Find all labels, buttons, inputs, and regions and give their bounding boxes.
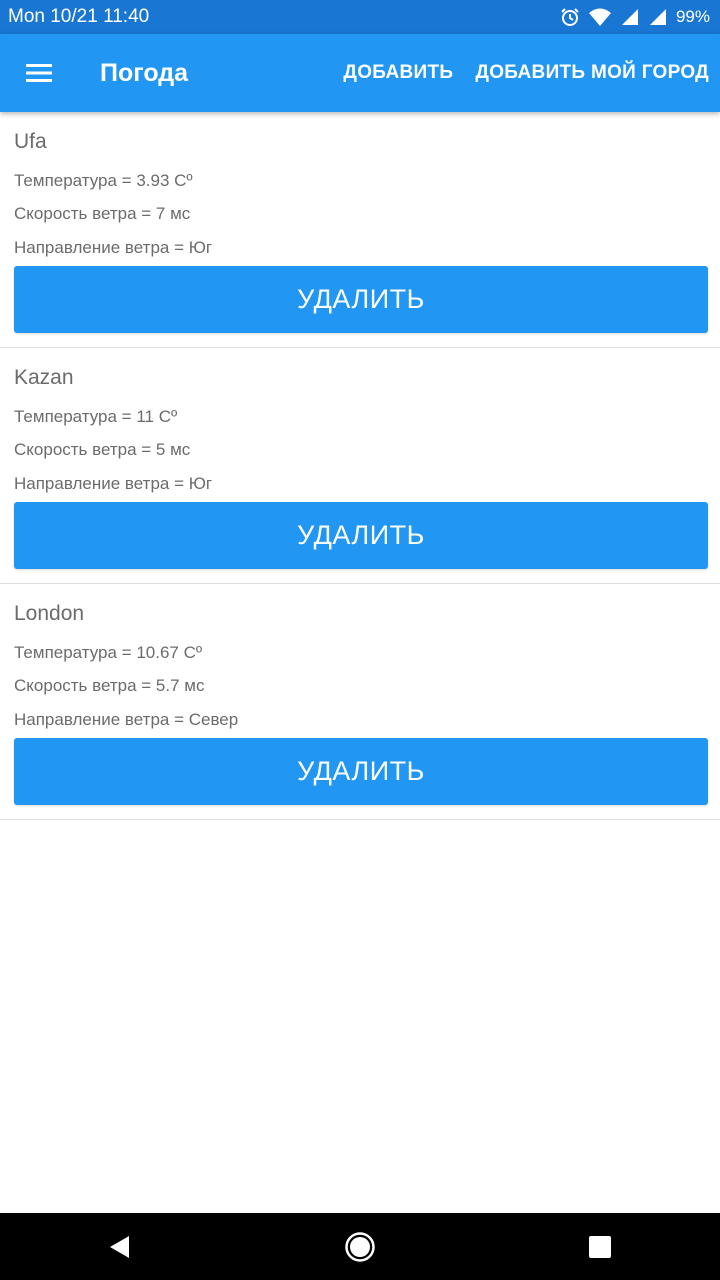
temperature-text: Температура = 10.67 Cº (14, 643, 203, 662)
city-name: Ufa (14, 130, 47, 153)
add-my-city-button[interactable]: ДОБАВИТЬ МОЙ ГОРОД (475, 62, 709, 84)
city-name: Kazan (14, 366, 74, 389)
hamburger-menu-icon[interactable] (0, 34, 78, 112)
city-card: London Температура = 10.67 Cº Скорость в… (0, 584, 720, 820)
app-bar: Погода ДОБАВИТЬ ДОБАВИТЬ МОЙ ГОРОД (0, 34, 720, 112)
delete-button[interactable]: УДАЛИТЬ (14, 738, 708, 805)
home-icon[interactable] (320, 1213, 400, 1280)
page-title: Погода (100, 58, 189, 87)
wind-speed-text: Скорость ветра = 5.7 мс (14, 676, 205, 695)
city-card: Kazan Температура = 11 Cº Скорость ветра… (0, 348, 720, 584)
navigation-bar (0, 1213, 720, 1280)
wind-speed-text: Скорость ветра = 5 мс (14, 440, 191, 459)
delete-button[interactable]: УДАЛИТЬ (14, 502, 708, 569)
city-name: London (14, 602, 85, 625)
add-button[interactable]: ДОБАВИТЬ (343, 62, 453, 84)
signal-icon (620, 7, 640, 27)
alarm-icon (560, 7, 580, 27)
delete-button[interactable]: УДАЛИТЬ (14, 266, 708, 333)
battery-level: 99% (675, 7, 710, 26)
signal-icon (648, 7, 668, 27)
temperature-text: Температура = 11 Cº (14, 407, 178, 426)
wind-speed-text: Скорость ветра = 7 мс (14, 204, 191, 223)
wifi-icon (588, 7, 612, 27)
temperature-text: Температура = 3.93 Cº (14, 171, 193, 190)
wind-direction-text: Направление ветра = Юг (14, 474, 213, 493)
city-card: Ufa Температура = 3.93 Cº Скорость ветра… (0, 112, 720, 348)
recents-icon[interactable] (560, 1213, 640, 1280)
status-bar: Mon 10/21 11:40 99% (0, 0, 720, 34)
wind-direction-text: Направление ветра = Юг (14, 238, 213, 257)
city-list: Ufa Температура = 3.93 Cº Скорость ветра… (0, 112, 720, 820)
wind-direction-text: Направление ветра = Север (14, 710, 239, 729)
status-icons: 99% (560, 7, 710, 27)
status-datetime: Mon 10/21 11:40 (8, 6, 150, 27)
back-icon[interactable] (80, 1213, 160, 1280)
